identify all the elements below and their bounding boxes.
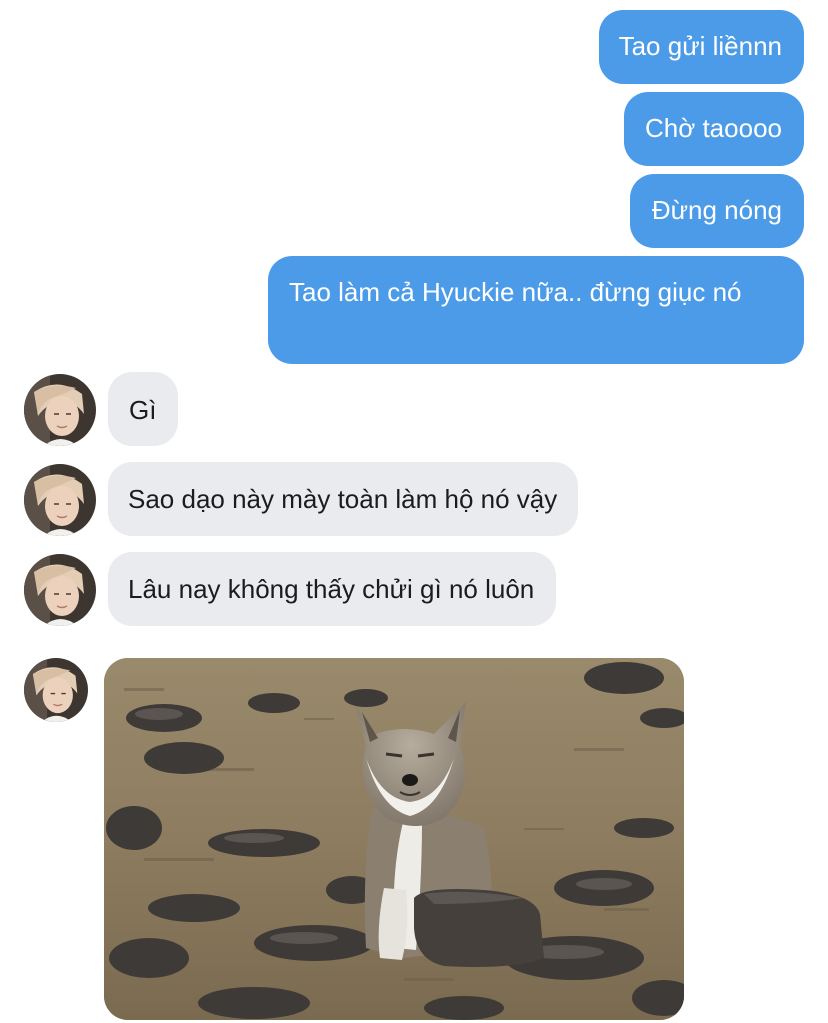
message-text: Chờ taoooo: [644, 113, 782, 143]
outgoing-message[interactable]: Đừng nóng: [629, 174, 804, 248]
contact-avatar[interactable]: [24, 658, 88, 722]
fox-photo: [104, 658, 684, 1020]
incoming-message[interactable]: Gì: [108, 372, 179, 446]
message-text: Tao gửi liềnnn: [618, 31, 782, 61]
outgoing-message[interactable]: Tao làm cả Hyuckie nữa.. đừng giục nó: [268, 256, 804, 364]
incoming-message[interactable]: Sao dạo này mày toàn làm hộ nó vậy: [108, 462, 579, 536]
message-text: Lâu nay không thấy chửi gì nó luôn: [128, 574, 535, 604]
message-text: Sao dạo này mày toàn làm hộ nó vậy: [128, 484, 558, 514]
message-text: Đừng nóng: [651, 195, 782, 225]
contact-avatar[interactable]: [24, 554, 96, 626]
message-text: Tao làm cả Hyuckie nữa.. đừng giục nó: [289, 277, 742, 307]
outgoing-message[interactable]: Chờ taoooo: [623, 92, 804, 166]
outgoing-message[interactable]: Tao gửi liềnnn: [598, 10, 804, 84]
contact-avatar[interactable]: [24, 464, 96, 536]
incoming-message[interactable]: Lâu nay không thấy chửi gì nó luôn: [108, 552, 557, 626]
contact-avatar[interactable]: [24, 374, 96, 446]
message-text: Gì: [129, 395, 157, 425]
image-message[interactable]: [104, 658, 684, 1020]
